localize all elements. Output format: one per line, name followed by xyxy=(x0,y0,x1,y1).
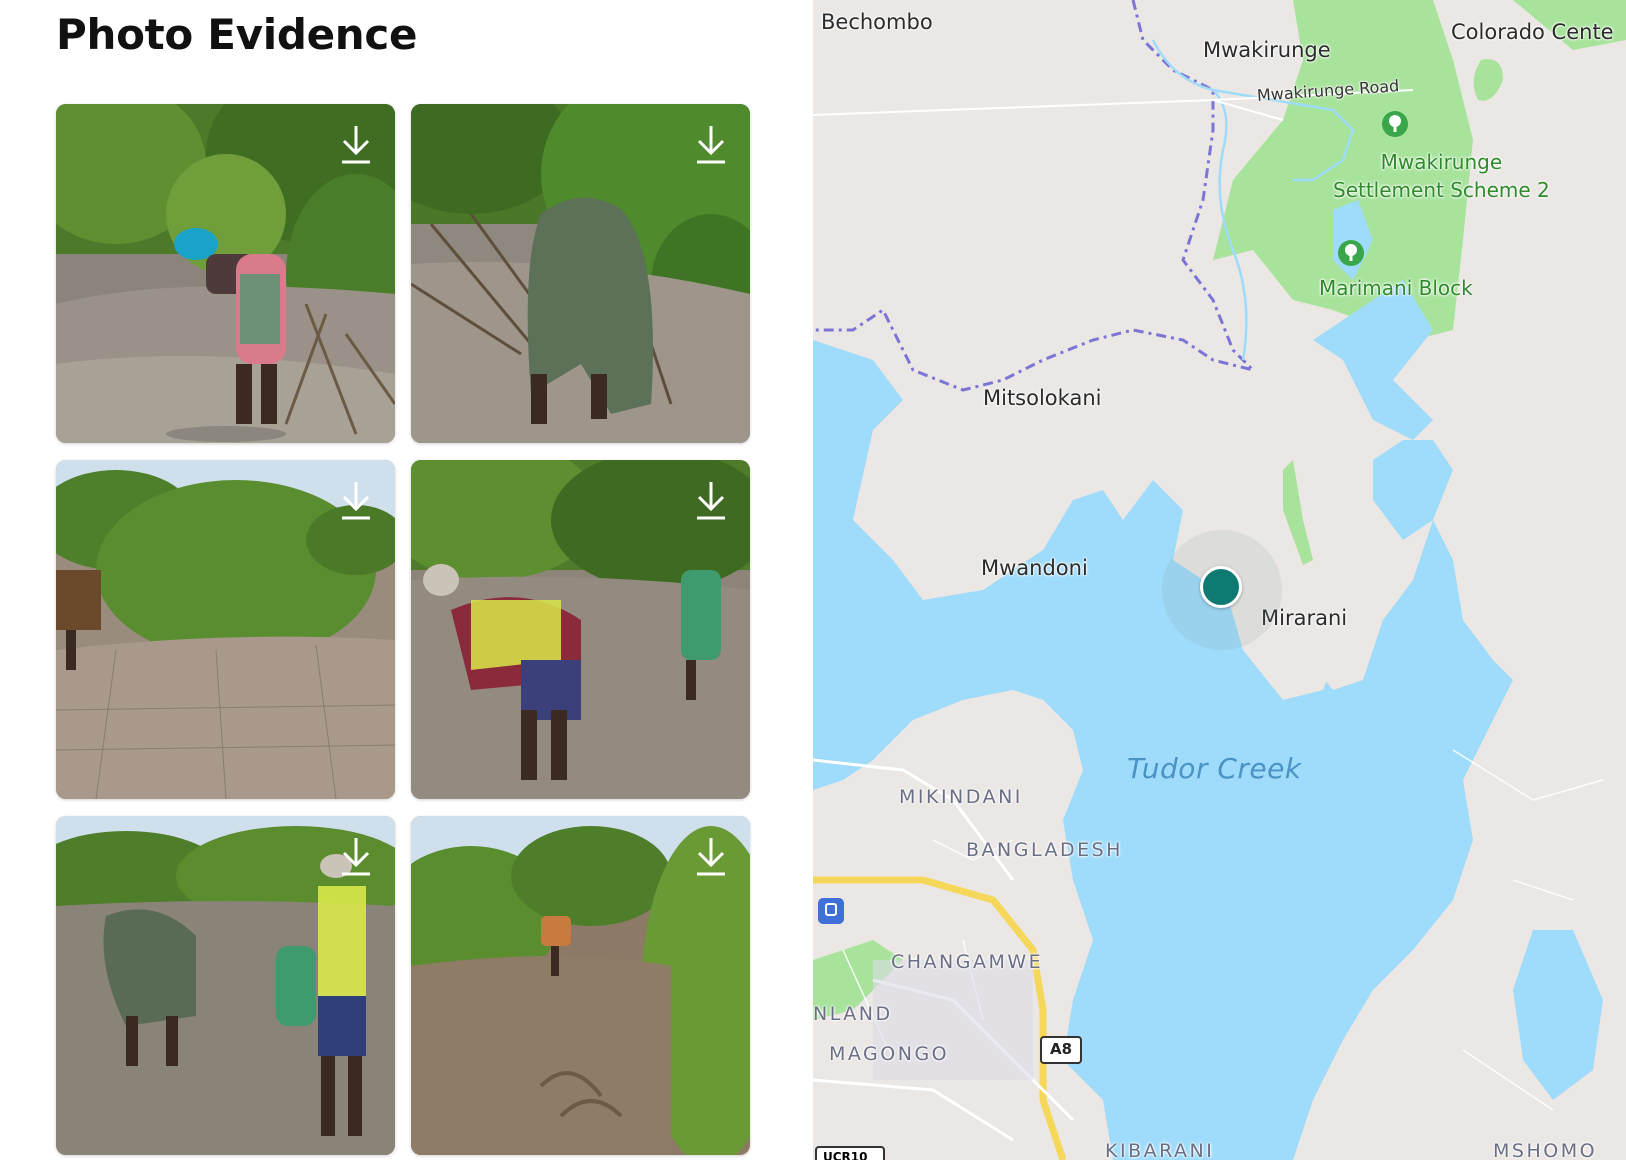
road-shield-a8: A8 xyxy=(1040,1036,1082,1064)
download-button[interactable] xyxy=(339,480,373,522)
download-icon xyxy=(342,838,370,876)
download-icon xyxy=(697,482,725,520)
settlement-line-2: Settlement Scheme 2 xyxy=(1333,178,1550,202)
transit-station-icon[interactable] xyxy=(818,898,844,924)
download-icon xyxy=(697,126,725,164)
park-icon xyxy=(1338,240,1364,266)
photo-card[interactable] xyxy=(411,816,750,1155)
map-label-mshomo: MSHOMO xyxy=(1493,1140,1598,1160)
map-label-marimani: Marimani Block xyxy=(1319,276,1473,300)
map-label-tudor-creek: Tudor Creek xyxy=(1127,752,1302,785)
settlement-line-1: Mwakirunge xyxy=(1380,150,1503,174)
location-marker[interactable] xyxy=(1200,566,1242,608)
download-button[interactable] xyxy=(694,124,728,166)
map-label-settlement: Mwakirunge Settlement Scheme 2 xyxy=(1333,148,1550,204)
map-label-mwandoni: Mwandoni xyxy=(981,556,1088,580)
download-icon xyxy=(342,126,370,164)
download-button[interactable] xyxy=(694,836,728,878)
download-button[interactable] xyxy=(339,124,373,166)
download-icon xyxy=(342,482,370,520)
map-label-kibarani: KIBARANI xyxy=(1105,1140,1215,1160)
map-label-colorado: Colorado Cente xyxy=(1451,20,1614,44)
map-label-magongo: MAGONGO xyxy=(829,1043,950,1065)
map-label-mikindani: MIKINDANI xyxy=(899,786,1023,808)
photo-card[interactable] xyxy=(56,104,395,443)
map-label-bangladesh: BANGLADESH xyxy=(966,839,1123,861)
download-button[interactable] xyxy=(694,480,728,522)
photo-evidence-panel: Photo Evidence xyxy=(0,0,784,1160)
download-icon xyxy=(697,838,725,876)
photo-card[interactable] xyxy=(56,816,395,1155)
map-label-bechombo: Bechombo xyxy=(821,10,933,34)
road-shield-b: UCR10 xyxy=(815,1146,885,1160)
map-view[interactable]: Bechombo Mwakirunge Colorado Cente Mwaki… xyxy=(813,0,1626,1160)
photo-card[interactable] xyxy=(56,460,395,799)
park-icon xyxy=(1382,111,1408,137)
map-label-mitsolokani: Mitsolokani xyxy=(983,386,1102,410)
map-label-changamwe: CHANGAMWE xyxy=(891,951,1044,973)
photo-card[interactable] xyxy=(411,104,750,443)
page-title: Photo Evidence xyxy=(56,10,418,59)
map-label-mwakirunge: Mwakirunge xyxy=(1203,38,1331,62)
download-button[interactable] xyxy=(339,836,373,878)
map-label-nland: NLAND xyxy=(813,1003,893,1025)
photo-card[interactable] xyxy=(411,460,750,799)
